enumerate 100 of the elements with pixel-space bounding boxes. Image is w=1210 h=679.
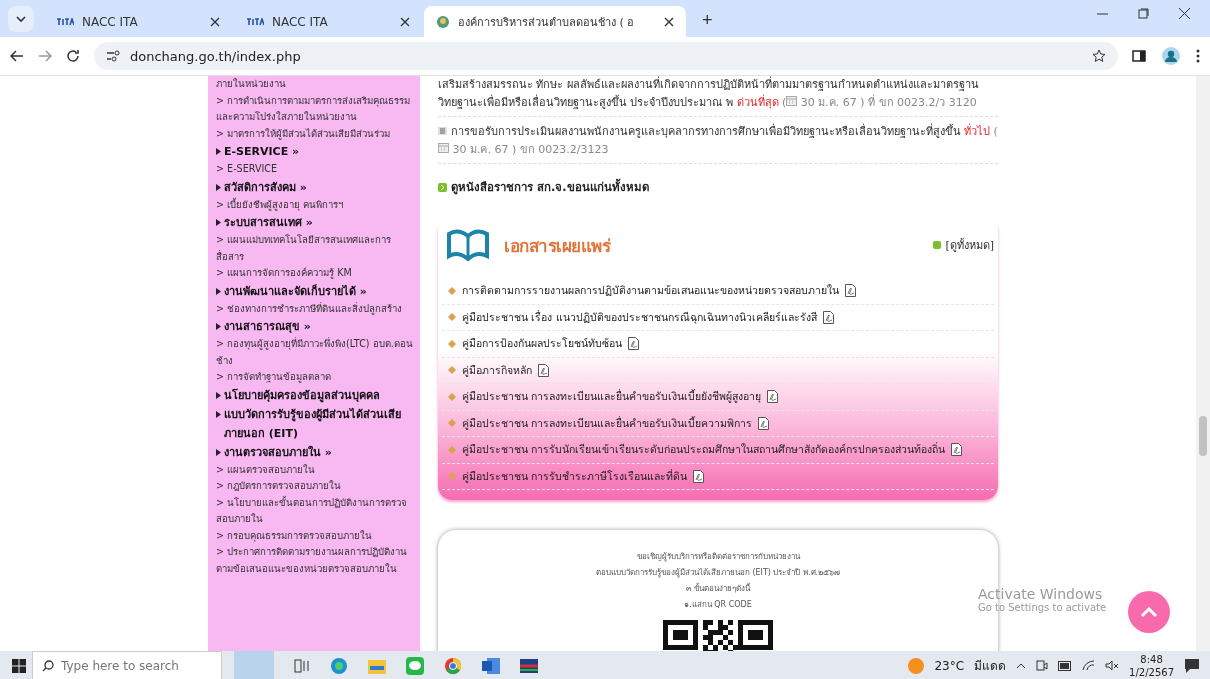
scrollbar[interactable] (1196, 76, 1210, 651)
chevron-icon (16, 15, 26, 23)
archive-app-icon[interactable] (520, 658, 538, 673)
triangle-icon (216, 148, 221, 155)
menu-link[interactable]: > การดำเนินการตามมาตรการส่งเสริมคุณธรรมและความโปร่งใสภายในหน่วยงาน (216, 92, 416, 126)
activation-text: Go to Settings to activate (978, 602, 1107, 613)
site-settings-icon[interactable] (106, 50, 120, 62)
notice-entry[interactable]: การขอรับการประเมินผลงานพนักงานครูและบุคลากรทางการศึกษาเพื่อมีวิทยฐานะหรือเลื่อนวิทยฐานะที่สูงขึ้น ทั่วไป ( 30 ม.ค. 67 ) ขก 0023.2/3123 (438, 123, 998, 164)
card-text: ๓ ขั้นตอนง่ายๆดังนี้ (686, 582, 750, 595)
caret-icon (1140, 606, 1158, 618)
pdf-file-icon (693, 469, 705, 483)
reload-icon[interactable] (66, 49, 80, 63)
close-icon[interactable] (400, 16, 410, 27)
menu-heading[interactable]: ระบบสารสนเทศ » (216, 213, 416, 232)
meet-icon[interactable] (1036, 659, 1049, 672)
mute-icon[interactable] (1105, 660, 1120, 671)
wifi-icon[interactable] (1082, 660, 1096, 671)
menu-heading[interactable]: E-SERVICE » (216, 142, 416, 161)
new-tab-button[interactable]: + (698, 10, 717, 31)
menu-heading[interactable]: นโยบายคุ้มครองข้อมูลส่วนบุคคล (216, 385, 416, 405)
taskbar-search-field[interactable]: Type here to search (32, 651, 222, 679)
folder-icon[interactable] (368, 657, 386, 674)
menu-link[interactable]: > E-SERVICE (216, 161, 416, 178)
browser-tab[interactable]: องค์การบริหารส่วนตำบลดอนช้าง ( อ (424, 6, 686, 37)
all-letters-link[interactable]: ดูหนังสือราชการ สก.จ.ขอนแก่นทั้งหมด (438, 178, 998, 196)
notice-entry[interactable]: เสริมสร้างสมรรถนะ ทักษะ ผลลัพธ์และผลงานที่เกิดจากการปฏิบัติหน้าที่ตามมาตรฐานกำหนดตำแหน่งและมาตรฐานวิทยฐานะเพื่อมีหรือเลื่อนวิทยฐานะสูงขึ้น ประจำปีงบประมาณ พ ด่วนที่สุด ( 30 ม.ค. 67 ) ที่ ขก 0023.2/ว 3120 (438, 76, 998, 117)
chat-app-icon[interactable] (406, 656, 424, 675)
menu-link[interactable]: > แผนแม่บทเทคโนโลยีสารสนเทศและการสื่อสาร (216, 232, 416, 265)
menu-icon[interactable] (1196, 49, 1200, 63)
menu-heading[interactable]: แบบวัดการรับรู้ของผู้มีส่วนได้ส่วนเสียภายนอก (EIT) (216, 404, 416, 443)
notification-icon[interactable] (1184, 657, 1200, 674)
document-link[interactable]: คู่มือประชาชน การลงทะเบียนและยื่นคำขอรับเงินเบี้ยยังชีพผู้สูงอายุ (442, 384, 994, 411)
menu-link[interactable]: > เบี้ยยังชีพผู้สูงอายุ คนพิการฯ (216, 196, 416, 213)
battery-icon[interactable] (1058, 660, 1073, 671)
close-icon[interactable] (210, 16, 220, 27)
triangle-icon (216, 448, 221, 456)
browser-tab[interactable]: NACC ITA (234, 6, 422, 37)
card-text: ๑.แสกน QR CODE (684, 599, 752, 611)
profile-icon[interactable] (1162, 47, 1180, 65)
globe-icon (436, 14, 450, 29)
clock[interactable]: 8:48 1/2/2567 (1129, 652, 1174, 679)
card-text: ตอบแบบวัดการรับรู้ของผู้มีส่วนได้เสียภายนอก (EIT) ประจำปี พ.ศ.๒๕๖๗ (595, 567, 841, 579)
book-icon (446, 226, 490, 264)
menu-link[interactable]: > ประกาศการติดตามรายงานผลการปฏิบัติงานตามข้อเสนอแนะของหน่วยตรวจสอบภายใน (216, 544, 416, 577)
browser-app-icon[interactable] (444, 656, 462, 675)
restore-icon[interactable] (1138, 8, 1149, 19)
menu-link[interactable]: > ช่องทางการชำระภาษีที่ดินและสิ่งปลูกสร้าง (216, 300, 416, 317)
chevron-icon[interactable] (1016, 662, 1027, 669)
document-app-icon[interactable] (482, 657, 500, 674)
triangle-icon (216, 410, 221, 418)
close-icon[interactable] (664, 16, 674, 27)
menu-link[interactable]: > กองทุนผู้สูงอายุที่มีภาวะพึ่งพิง(LTC) อบต.ดอนช้าง (216, 336, 416, 369)
menu-heading[interactable]: งานตรวจสอบภายใน » (216, 442, 416, 462)
pdf-file-icon (628, 337, 639, 351)
menu-heading[interactable]: งานสาธารณสุข » (216, 317, 416, 336)
menu-link[interactable]: > แผนการจัดการองค์ความรู้ KM (216, 265, 416, 282)
star-icon[interactable] (1092, 49, 1106, 63)
tab-title: NACC ITA (82, 14, 139, 29)
document-link[interactable]: คู่มือประชาชน การรับชำระภาษีโรงเรือนและที่ดิน (442, 463, 994, 490)
pdf-file-icon (767, 390, 779, 404)
side-panel-icon[interactable] (1132, 49, 1146, 63)
document-link[interactable]: คู่มือการป้องกันผลประโยชน์ทับซ้อน (442, 331, 994, 358)
task-view-icon[interactable] (294, 658, 310, 673)
menu-heading[interactable]: งานพัฒนาและจัดเก็บรายได้ » (216, 281, 416, 301)
address-bar[interactable]: donchang.go.th/index.php (94, 42, 1118, 70)
menu-heading[interactable]: สวัสดิการสังคม » (216, 177, 416, 197)
menu-link[interactable]: > การจัดทำฐานข้อมูลตลาด (216, 369, 416, 386)
logo-icon (56, 17, 74, 26)
windows-start-icon[interactable] (12, 658, 26, 673)
document-link[interactable]: คู่มือภารกิจหลัก (442, 357, 994, 384)
scroll-top-button[interactable] (1128, 591, 1170, 633)
tab-title: NACC ITA (272, 14, 329, 29)
pdf-file-icon (951, 443, 963, 457)
calendar-icon (438, 141, 449, 153)
document-link[interactable]: คู่มือประชาชน การลงทะเบียนและยื่นคำขอรับเงินเบี้ยความพิการ (442, 410, 994, 437)
forward-icon[interactable] (38, 50, 52, 62)
menu-link[interactable]: > นโยบายและขั้นตอนการปฏิบัติงานการตรวจสอบภายใน (216, 494, 416, 528)
menu-link[interactable]: > กรอบคุณธรรมการตรวจสอบภายใน (216, 527, 416, 544)
menu-link[interactable]: > กฎบัตรการตรวจสอบภายใน (216, 478, 416, 495)
view-all-link[interactable]: [ดูทั้งหมด] (933, 236, 994, 254)
activation-title: Activate Windows (978, 586, 1104, 602)
triangle-icon (216, 287, 221, 295)
browser-tab[interactable]: NACC ITA (44, 6, 232, 37)
document-link[interactable]: การติดตามการรายงานผลการปฏิบัติงานตามข้อเสนอแนะของหน่วยตรวจสอบภายใน (442, 278, 994, 305)
close-icon[interactable] (1179, 8, 1190, 19)
menu-link[interactable]: > แผนตรวจสอบภายใน (216, 461, 416, 478)
pdf-file-icon (822, 310, 834, 324)
tab-search-button[interactable] (8, 6, 34, 32)
bullet-icon (448, 445, 456, 454)
menu-link[interactable]: ภายในหน่วยงาน (216, 76, 416, 93)
document-link[interactable]: คู่มือประชาชน การรับนักเรียนเข้าเรียนระดับก่อนประถมศึกษาในสถานศึกษาสังกัดองค์กรปกครองส่วนท้องถิ่น (442, 437, 994, 464)
bullet-icon (448, 313, 456, 322)
temperature: 23°C (934, 658, 965, 673)
weather-text: มีแดด (974, 658, 1007, 675)
document-link[interactable]: คู่มือประชาชน เรื่อง แนวปฏิบัติของประชาชนกรณีฉุกเฉินทางนิวเคลียร์และรังสี (442, 304, 994, 331)
triangle-icon (216, 323, 221, 330)
browser-app-icon[interactable] (330, 656, 348, 675)
back-icon[interactable] (10, 50, 24, 62)
menu-link[interactable]: > มาตรการให้ผู้มีส่วนได้ส่วนเสียมีส่วนร่วม (216, 125, 416, 142)
bullet-icon (448, 286, 456, 295)
